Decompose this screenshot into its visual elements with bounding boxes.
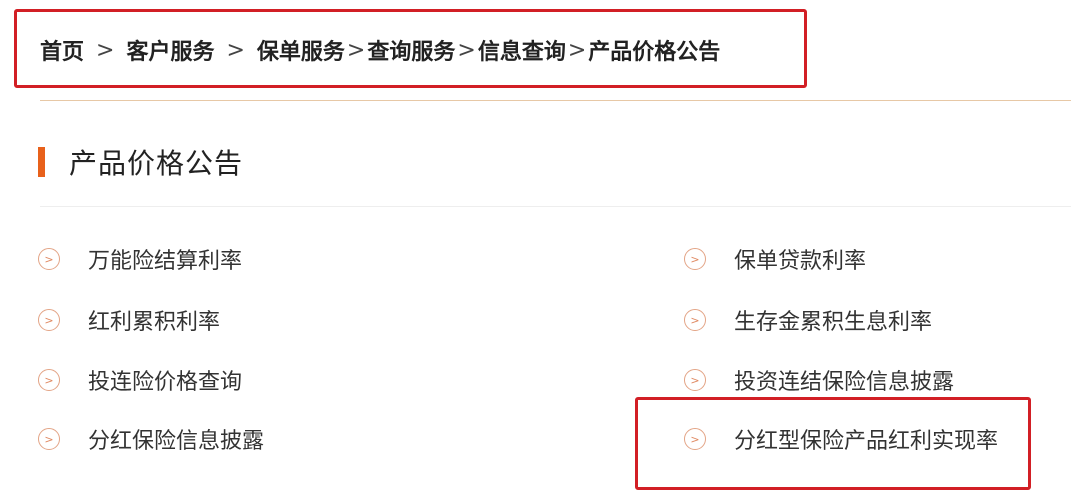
section-header: 产品价格公告 <box>38 144 243 180</box>
link-label: 投资连结保险信息披露 <box>734 370 955 395</box>
breadcrumb-separator: > <box>567 37 587 63</box>
breadcrumb-info-query[interactable]: 信息查询 <box>478 34 566 66</box>
title-accent-bar <box>38 147 45 177</box>
link-label: 投连险价格查询 <box>88 370 243 395</box>
link-survival-benefit-rate[interactable]: > 生存金累积生息利率 <box>684 305 932 335</box>
breadcrumb-separator: > <box>96 37 115 63</box>
link-label: 分红型保险产品红利实现率 <box>734 429 999 454</box>
header-divider <box>40 100 1071 101</box>
circle-arrow-right-icon: > <box>684 369 706 391</box>
breadcrumb-query-service[interactable]: 查询服务 <box>367 34 455 66</box>
title-divider <box>40 206 1071 207</box>
link-policy-loan-rate[interactable]: > 保单贷款利率 <box>684 244 866 274</box>
circle-arrow-right-icon: > <box>38 248 60 270</box>
link-label: 万能险结算利率 <box>88 249 243 274</box>
circle-arrow-right-icon: > <box>38 428 60 450</box>
link-label: 生存金累积生息利率 <box>734 310 933 335</box>
circle-arrow-right-icon: > <box>684 428 706 450</box>
link-participating-disclosure[interactable]: > 分红保险信息披露 <box>38 424 264 454</box>
breadcrumb-customer-service[interactable]: 客户服务 <box>126 34 214 66</box>
circle-arrow-right-icon: > <box>684 309 706 331</box>
circle-arrow-right-icon: > <box>684 248 706 270</box>
link-unit-linked-price-query[interactable]: > 投连险价格查询 <box>38 365 242 395</box>
link-unit-linked-disclosure[interactable]: > 投资连结保险信息披露 <box>684 365 954 395</box>
link-universal-settlement-rate[interactable]: > 万能险结算利率 <box>38 244 242 274</box>
link-dividend-realization-rate[interactable]: > 分红型保险产品红利实现率 <box>684 424 998 454</box>
circle-arrow-right-icon: > <box>38 309 60 331</box>
breadcrumb-policy-service[interactable]: 保单服务 <box>257 34 345 66</box>
page-title: 产品价格公告 <box>69 147 244 180</box>
link-dividend-accumulation-rate[interactable]: > 红利累积利率 <box>38 305 220 335</box>
breadcrumb-separator: > <box>346 37 366 63</box>
link-label: 保单贷款利率 <box>734 249 867 274</box>
breadcrumb-separator: > <box>457 37 476 63</box>
breadcrumb-home[interactable]: 首页 <box>40 34 84 66</box>
circle-arrow-right-icon: > <box>38 369 60 391</box>
link-label: 红利累积利率 <box>88 310 221 335</box>
link-label: 分红保险信息披露 <box>88 429 265 454</box>
breadcrumb-separator: > <box>226 37 245 63</box>
breadcrumb: 首页 > 客户服务 > 保单服务 > 查询服务 > 信息查询 > 产品价格公告 <box>40 30 720 70</box>
breadcrumb-current: 产品价格公告 <box>588 40 721 65</box>
